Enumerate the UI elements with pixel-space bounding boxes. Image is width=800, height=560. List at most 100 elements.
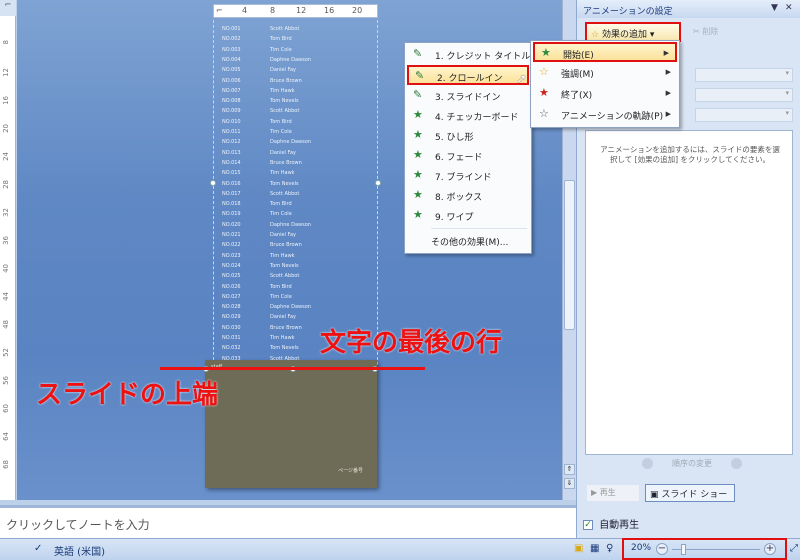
line-number: NO.016 (222, 180, 241, 187)
menu-item-effect[interactable]: ✎ 1. クレジット タイトル (407, 45, 531, 65)
menu-item-effect-selected[interactable]: ✎ 2. クロールイン (407, 65, 529, 85)
task-pane-header: アニメーションの設定 ▼ ✕ (577, 0, 800, 18)
scrollbar-thumb[interactable] (564, 180, 575, 330)
close-icon[interactable]: ✕ (785, 3, 793, 13)
ruler-tick: 64 (2, 432, 10, 441)
tab-stop-icon[interactable]: ⌐ (216, 6, 223, 15)
line-name: Daphne Dawson (270, 56, 311, 63)
menu-item-effect[interactable]: ★ 7. ブラインド (407, 166, 529, 186)
text-line: NO.013 Daniel Fay (222, 150, 373, 160)
next-slide-button[interactable]: ⇓ (564, 478, 575, 489)
ruler-tick: 28 (2, 180, 10, 189)
reorder-label: 順序の変更 (672, 459, 712, 468)
menu-item-more-effects[interactable]: その他の効果(M)... (407, 231, 529, 251)
line-name: Tom Nevels (270, 262, 299, 269)
pane-options-icon[interactable]: ▼ (771, 3, 778, 13)
text-placeholder-box[interactable]: NO.001 Scott Abbot NO.002 Tom Bird NO.003 Tim… (213, 20, 378, 370)
line-number: NO.024 (222, 262, 241, 269)
menu-item-label: 8. ボックス (435, 193, 483, 203)
move-up-button[interactable] (642, 458, 654, 469)
menu-item-motion-path[interactable]: ☆ アニメーションの軌跡(P) ▶ (533, 105, 677, 125)
start-select[interactable]: ▾ (695, 68, 793, 82)
ruler-tick: 56 (2, 376, 10, 385)
line-number: NO.014 (222, 159, 241, 166)
star-icon: ★ (413, 128, 423, 141)
ruler-tick: 48 (2, 320, 10, 329)
line-name: Scott Abbot (270, 190, 300, 197)
play-label: 再生 (599, 488, 616, 497)
previous-slide-button[interactable]: ⇑ (564, 464, 575, 475)
slideshow-button[interactable]: ▣ スライド ショー (645, 484, 735, 502)
autoplay-label: 自動再生 (599, 520, 640, 531)
line-number: NO.015 (222, 170, 241, 177)
line-number: NO.008 (222, 98, 241, 105)
text-line: NO.011 Tim Cole (222, 129, 373, 139)
menu-item-effect[interactable]: ★ 9. ワイプ (407, 206, 529, 226)
add-effect-button[interactable]: ☆ 効果の追加 ▾ (585, 22, 681, 42)
line-name: Tom Nevels (270, 98, 299, 105)
zoom-percent[interactable]: 20% (631, 543, 651, 553)
slideshow-view-icon[interactable]: ♀ (606, 543, 613, 554)
autoplay-checkbox[interactable]: ✓ (583, 520, 593, 530)
pen-icon: ✎ (413, 88, 423, 101)
text-line: NO.012 Daphne Dawson (222, 139, 373, 149)
ruler-tick: 52 (2, 348, 10, 357)
line-number: NO.012 (222, 139, 241, 146)
line-name: Daniel Fay (270, 67, 296, 74)
menu-item-effect[interactable]: ★ 6. フェード (407, 146, 529, 166)
text-line: NO.015 Tim Hawk (222, 170, 373, 180)
menu-item-emphasis[interactable]: ☆ 強調(M) ▶ (533, 63, 677, 83)
line-number: NO.009 (222, 108, 241, 115)
ruler-tick: 36 (2, 236, 10, 245)
ruler-corner[interactable]: ⌐ (0, 0, 16, 16)
zoom-slider-knob[interactable] (680, 544, 686, 555)
move-down-button[interactable] (730, 458, 742, 469)
menu-item-effect[interactable]: ✎ 3. スライドイン (407, 86, 529, 106)
menu-item-label: 6. フェード (435, 153, 483, 163)
autoplay-option[interactable]: ✓ 自動再生 (583, 516, 639, 531)
star-icon: ★ (413, 168, 423, 181)
slide-thumbnail[interactable]: staff ページ番号 (205, 360, 377, 488)
menu-separator (431, 228, 527, 229)
menu-item-label: 1. クレジット タイトル (435, 52, 531, 62)
text-line: NO.025 Scott Abbot (222, 273, 373, 283)
menu-item-entrance[interactable]: ★ 開始(E) ▶ (533, 42, 677, 62)
line-name: Tom Nevels (270, 345, 299, 352)
play-button[interactable]: ▶ 再生 (587, 485, 639, 501)
line-name: Tim Cole (270, 293, 292, 300)
submenu-arrow-icon: ▶ (665, 68, 671, 76)
line-number: NO.011 (222, 129, 241, 135)
zoom-in-button[interactable]: + (764, 543, 776, 555)
task-pane-title: アニメーションの設定 (583, 7, 673, 17)
menu-item-exit[interactable]: ★ 終了(X) ▶ (533, 84, 677, 104)
animation-list[interactable]: アニメーションを追加するには、スライドの要素を選択して [効果の追加] をクリッ… (585, 130, 793, 455)
notes-placeholder: クリックしてノートを入力 (6, 518, 150, 532)
vertical-ruler: ⌐ 8 12 16 20 24 28 32 36 40 44 48 52 56 60 64 68 (0, 0, 16, 500)
line-name: Daniel Fay (270, 149, 296, 156)
spellcheck-icon[interactable]: ✓ (34, 543, 42, 554)
star-icon: ★ (413, 208, 423, 221)
language-indicator[interactable]: 英語 (米国) (54, 543, 105, 558)
speed-select[interactable]: ▾ (695, 108, 793, 122)
slide-sorter-icon[interactable]: ▦ (590, 543, 599, 554)
menu-item-effect[interactable]: ★ 5. ひし形 (407, 126, 529, 146)
line-number: NO.010 (222, 118, 241, 125)
resize-handle[interactable] (210, 180, 216, 186)
annotation-slide-top: スライドの上端 (36, 380, 219, 410)
menu-item-effect[interactable]: ★ 4. チェッカーボード (407, 106, 529, 126)
menu-item-effect[interactable]: ★ 8. ボックス (407, 186, 529, 206)
normal-view-icon[interactable]: ▣ (574, 543, 583, 554)
line-number: NO.006 (222, 77, 241, 84)
notes-pane[interactable]: クリックしてノートを入力 (0, 505, 576, 538)
property-select[interactable]: ▾ (695, 88, 793, 102)
resize-handle[interactable] (375, 180, 381, 186)
line-name: Tim Hawk (270, 170, 295, 177)
line-name: Tom Nevels (270, 180, 299, 187)
fit-window-icon[interactable]: ⤢ (790, 543, 798, 554)
ruler-tick: 12 (296, 6, 307, 15)
star-icon: ★ (413, 108, 423, 121)
zoom-out-button[interactable]: − (656, 543, 668, 555)
remove-button[interactable]: ✂ 削除 (689, 24, 731, 40)
line-name: Daphne Dawson (270, 304, 311, 311)
text-line: NO.004 Daphne Dawson (222, 57, 373, 67)
